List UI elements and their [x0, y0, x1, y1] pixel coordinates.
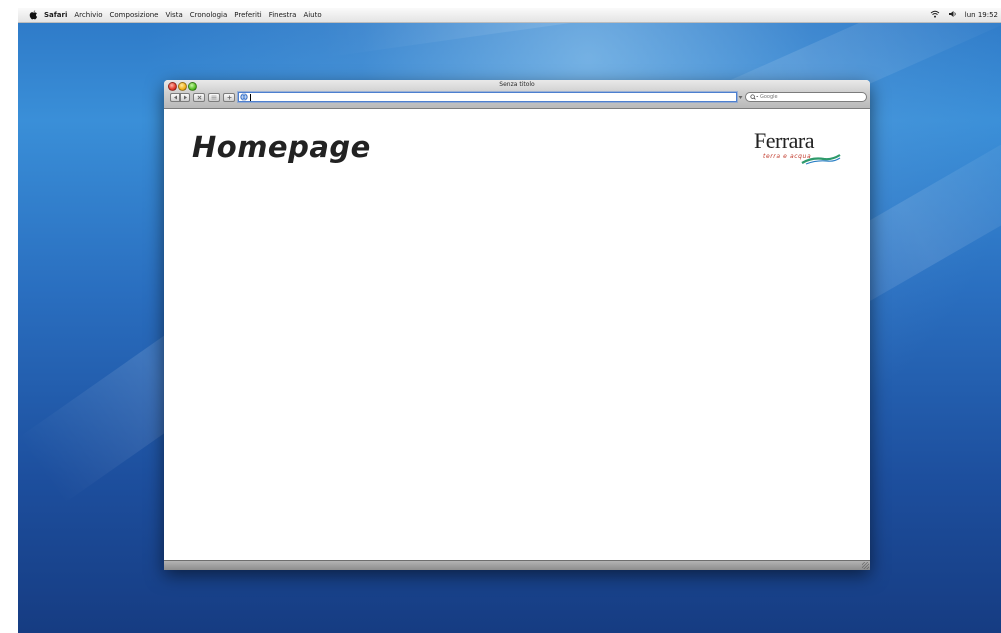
plus-icon — [227, 95, 231, 100]
wifi-icon[interactable] — [930, 10, 940, 20]
safari-window: Senza titolo Google Homepage Ferrara ter… — [164, 80, 870, 570]
apple-logo-icon[interactable] — [28, 10, 38, 20]
forward-arrow-icon — [183, 95, 187, 100]
menu-preferiti[interactable]: Preferiti — [234, 11, 261, 19]
globe-icon — [240, 93, 248, 101]
search-input[interactable] — [760, 93, 860, 101]
url-dropdown-icon[interactable] — [738, 94, 743, 100]
stop-x-icon — [197, 95, 201, 100]
address-bar[interactable] — [238, 92, 737, 102]
back-button[interactable] — [170, 93, 180, 102]
magnifier-icon[interactable] — [750, 93, 760, 101]
logo-wave-icon — [801, 154, 841, 165]
menu-composizione[interactable]: Composizione — [110, 11, 159, 19]
desktop: Safari Archivio Composizione Vista Crono… — [18, 8, 1001, 633]
forward-button[interactable] — [180, 93, 190, 102]
volume-icon[interactable] — [948, 10, 957, 20]
menu-app-name[interactable]: Safari — [44, 11, 67, 19]
add-bookmark-button[interactable] — [223, 93, 235, 102]
web-content[interactable]: Homepage Ferrara terra e acqua — [164, 109, 870, 560]
menu-clock[interactable]: lun 19:52 — [965, 11, 998, 19]
menu-aiuto[interactable]: Aiuto — [303, 11, 321, 19]
stop-button[interactable] — [193, 93, 205, 102]
ferrara-logo: Ferrara terra e acqua — [752, 128, 848, 172]
window-titlebar[interactable]: Senza titolo — [164, 80, 870, 109]
search-field[interactable] — [745, 92, 867, 102]
menu-finestra[interactable]: Finestra — [269, 11, 297, 19]
page-title: Homepage — [192, 130, 371, 164]
bookmark-icon — [211, 95, 217, 100]
menu-status-area: lun 19:52 — [930, 8, 1001, 22]
back-arrow-icon — [173, 95, 177, 100]
menu-cronologia[interactable]: Cronologia — [190, 11, 228, 19]
bookmarks-button[interactable] — [208, 93, 220, 102]
menu-archivio[interactable]: Archivio — [74, 11, 102, 19]
url-input[interactable] — [251, 93, 695, 101]
resize-grip-icon[interactable] — [862, 562, 869, 569]
status-bar — [164, 560, 870, 570]
menu-bar: Safari Archivio Composizione Vista Crono… — [18, 8, 1001, 23]
window-title: Senza titolo — [499, 81, 535, 88]
menu-vista[interactable]: Vista — [165, 11, 182, 19]
